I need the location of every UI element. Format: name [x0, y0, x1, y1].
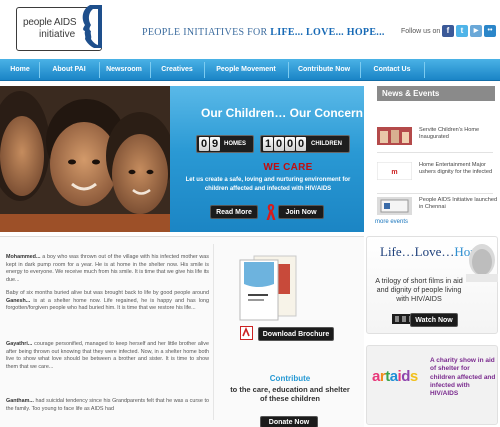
follow-us-label: Follow us on — [401, 28, 441, 35]
news-item-text: Home Entertainment Major ushers dignity … — [419, 162, 493, 175]
read-more-button[interactable]: Read More — [210, 205, 258, 219]
nav-creatives[interactable]: Creatives — [151, 59, 203, 81]
join-now-button[interactable]: Join Now — [278, 205, 324, 219]
logo-line-1: people AIDS — [23, 17, 77, 28]
main-nav: Home About PAI Newsroom Creatives People… — [0, 59, 500, 81]
column-divider — [213, 244, 214, 420]
story-text: Baby of six months buried alive but was … — [6, 290, 209, 296]
homes-label: HOMES — [224, 141, 247, 147]
download-brochure-button[interactable]: Download Brochure — [258, 327, 334, 341]
contribute-heading: Contribute — [269, 374, 311, 383]
site-tagline: PEOPLE INITIATIVES FOR LIFE... LOVE... H… — [142, 27, 385, 38]
logo-letter: d — [401, 368, 410, 385]
film-description: A trilogy of short films in aid and dign… — [375, 276, 463, 303]
logo-letter: a — [372, 368, 380, 385]
news-item[interactable]: Servite Children's Home Inaugurated — [377, 127, 495, 147]
news-thumbnail: m — [377, 162, 412, 180]
story-paragraph: Gantham... had suicidal tendency since h… — [6, 398, 209, 420]
children-counter: 1 0 0 0 CHILDREN — [260, 135, 350, 153]
nav-about[interactable]: About PAI — [40, 59, 98, 81]
twitter-icon[interactable]: t — [456, 25, 468, 37]
children-label: CHILDREN — [311, 141, 342, 147]
film-face-image — [466, 244, 498, 282]
nav-newsroom[interactable]: Newsroom — [100, 59, 148, 81]
hero-title: Our Children… Our Concern… — [200, 106, 375, 120]
news-item-text: People AIDS Initiative launched in Chenn… — [419, 197, 498, 210]
story-name: Mohammed... — [6, 254, 41, 260]
story-text: is at a shelter home now. Life regained,… — [6, 297, 209, 312]
svg-text:m: m — [391, 169, 397, 176]
nav-home[interactable]: Home — [2, 59, 38, 81]
news-item[interactable]: People AIDS Initiative launched in Chenn… — [377, 197, 497, 217]
nav-contribute-now[interactable]: Contribute Now — [289, 59, 359, 81]
nav-contact-us[interactable]: Contact Us — [361, 59, 423, 81]
nav-divider — [424, 62, 425, 78]
news-item[interactable]: m Home Entertainment Major ushers dignit… — [377, 162, 495, 190]
mission-statement: Let us create a safe, loving and nurturi… — [185, 177, 351, 192]
contribute-description: to the care, education and shelter of th… — [230, 385, 350, 403]
logo-letter: s — [409, 368, 418, 385]
pdf-icon — [240, 326, 253, 340]
site-header: people AIDS initiative PEOPLE INITIATIVE… — [0, 0, 500, 60]
story-text: had suicidal tendency since his Grandpar… — [6, 398, 209, 412]
counter-digit: 0 — [199, 137, 209, 151]
story-paragraph: Gayathri... courage personified, managed… — [6, 341, 209, 371]
art-aids-logo[interactable]: artaids — [372, 368, 418, 385]
red-ribbon-icon — [266, 204, 276, 220]
counter-digit: 1 — [263, 137, 273, 151]
story-name: Gayathri... — [6, 341, 33, 347]
logo-letter: a — [389, 368, 398, 385]
more-events-link[interactable]: more events — [375, 219, 408, 225]
story-paragraph: Baby of six months buried alive but was … — [6, 290, 209, 313]
counter-digit: 0 — [285, 137, 295, 151]
news-thumbnail — [377, 197, 412, 215]
news-divider — [377, 152, 493, 153]
flickr-icon[interactable]: •• — [484, 25, 496, 37]
news-divider — [377, 193, 493, 194]
nav-people-movement[interactable]: People Movement — [205, 59, 287, 81]
facebook-icon[interactable]: f — [442, 25, 454, 37]
story-name: Gantham... — [6, 398, 34, 404]
counter-digit: 9 — [210, 137, 220, 151]
story-text: courage personified, managed to keep her… — [6, 341, 209, 370]
counter-digit: 0 — [296, 137, 306, 151]
film-title-part: Life…Love… — [380, 244, 455, 259]
tagline-prefix: PEOPLE INITIATIVES FOR — [142, 27, 271, 38]
news-events-heading: News & Events — [377, 86, 495, 101]
logo-face-profile-icon — [82, 5, 102, 48]
watch-now-button[interactable]: Watch Now — [410, 313, 458, 327]
logo-line-2: initiative — [39, 29, 76, 40]
news-thumbnail — [377, 127, 412, 145]
story-name: Ganesh... — [6, 297, 31, 304]
tagline-emphasis: LIFE... LOVE... HOPE... — [270, 27, 385, 38]
youtube-icon[interactable]: ▶ — [470, 25, 482, 37]
story-paragraph: Mohammed... a boy who was thrown out of … — [6, 254, 209, 284]
charity-description: A charity show in aid of shelter for chi… — [430, 357, 496, 398]
children-photo — [0, 86, 170, 232]
we-care-heading: WE CARE — [263, 162, 313, 173]
donate-now-button[interactable]: Donate Now — [260, 416, 318, 427]
brochure-image[interactable] — [238, 254, 298, 324]
counter-digit: 0 — [274, 137, 284, 151]
homes-counter: 0 9 HOMES — [196, 135, 254, 153]
news-item-text: Servite Children's Home Inaugurated — [419, 127, 480, 140]
